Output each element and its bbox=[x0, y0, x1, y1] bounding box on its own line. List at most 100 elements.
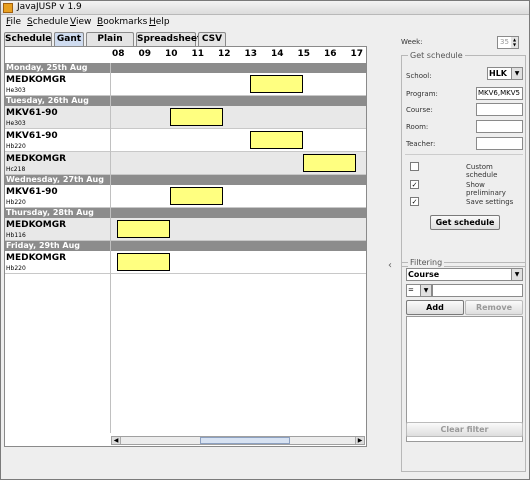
hour-header: 08 09 10 11 12 13 14 15 16 17 bbox=[5, 47, 366, 63]
day-header: Wednesday, 27th Aug bbox=[5, 175, 366, 185]
lesson-bar[interactable] bbox=[170, 108, 223, 126]
get-schedule-title: Get schedule bbox=[408, 51, 465, 60]
schedule-row: MEDKOMGR Hb116 bbox=[5, 218, 366, 241]
course-field[interactable] bbox=[476, 103, 523, 116]
day-header: Friday, 29th Aug bbox=[5, 241, 366, 251]
spinner-arrows-icon[interactable]: ▲ ▼ bbox=[511, 37, 518, 48]
hour-tick: 16 bbox=[324, 49, 337, 59]
scroll-left-icon[interactable]: ◀ bbox=[112, 437, 121, 444]
course-name: MKV61-90 bbox=[6, 131, 58, 141]
room-name: He303 bbox=[6, 120, 26, 127]
schedule-row: MKV61-90 Hb220 bbox=[5, 129, 366, 152]
divider bbox=[405, 154, 523, 155]
program-field[interactable]: MKV6,MKV5 bbox=[476, 87, 523, 100]
schedule-row: MKV61-90 He303 bbox=[5, 106, 366, 129]
row-label: MEDKOMGR He303 bbox=[5, 73, 111, 96]
program-label: Program: bbox=[406, 90, 438, 98]
course-name: MEDKOMGR bbox=[6, 220, 67, 230]
week-value: 35 bbox=[500, 38, 509, 46]
lesson-bar[interactable] bbox=[170, 187, 223, 205]
row-label: MEDKOMGR Hb116 bbox=[5, 218, 111, 241]
chevron-down-icon[interactable]: ▼ bbox=[511, 68, 522, 79]
row-label: MKV61-90 Hb220 bbox=[5, 129, 111, 152]
day-header: Tuesday, 26th Aug bbox=[5, 96, 366, 106]
course-name: MKV61-90 bbox=[6, 108, 58, 118]
menu-bar: File Schedule View Bookmarks Help bbox=[1, 16, 529, 30]
chevron-down-icon[interactable]: ▼ bbox=[511, 269, 522, 280]
checkmark-icon: ✓ bbox=[411, 198, 418, 206]
scroll-right-icon[interactable]: ▶ bbox=[355, 437, 364, 444]
room-name: Hb220 bbox=[6, 265, 26, 272]
day-header: Monday, 25th Aug bbox=[5, 63, 366, 73]
menu-bookmarks[interactable]: Bookmarks bbox=[97, 17, 147, 27]
schedule-row: MEDKOMGR He303 bbox=[5, 73, 366, 96]
custom-schedule-checkbox[interactable] bbox=[410, 162, 419, 171]
room-field[interactable] bbox=[476, 120, 523, 133]
course-label: Course: bbox=[406, 106, 433, 114]
school-label: School: bbox=[406, 72, 432, 80]
collapse-left-icon[interactable]: ‹ bbox=[388, 260, 392, 271]
week-spinner[interactable]: 35 ▲ ▼ bbox=[497, 36, 519, 49]
course-name: MKV61-90 bbox=[6, 187, 58, 197]
hour-tick: 17 bbox=[350, 49, 364, 59]
filter-text-input[interactable] bbox=[432, 284, 523, 297]
add-filter-button[interactable]: Add bbox=[406, 300, 464, 315]
app-window: JavaJUSP v 1.9 File Schedule View Bookma… bbox=[0, 0, 530, 480]
save-settings-checkbox[interactable]: ✓ bbox=[410, 197, 419, 206]
hour-tick: 13 bbox=[244, 49, 258, 59]
room-name: Hb220 bbox=[6, 143, 26, 150]
filter-field-value: Course bbox=[408, 270, 440, 279]
hour-tick: 12 bbox=[218, 49, 231, 59]
room-label: Room: bbox=[406, 123, 429, 131]
app-icon bbox=[3, 3, 13, 13]
schedule-row: MEDKOMGR Hb220 bbox=[5, 251, 366, 274]
teacher-label: Teacher: bbox=[406, 140, 436, 148]
lesson-bar[interactable] bbox=[302, 154, 356, 172]
custom-schedule-label: Custom schedule bbox=[466, 163, 498, 179]
title-bar: JavaJUSP v 1.9 bbox=[1, 1, 529, 15]
show-preliminary-checkbox[interactable]: ✓ bbox=[410, 180, 419, 189]
lesson-bar[interactable] bbox=[249, 75, 303, 93]
tab-spreadsheet[interactable]: Spreadsheet bbox=[136, 32, 201, 46]
course-name: MEDKOMGR bbox=[6, 154, 67, 164]
scroll-thumb[interactable] bbox=[200, 437, 290, 444]
lesson-bar[interactable] bbox=[249, 131, 303, 149]
course-name: MEDKOMGR bbox=[6, 253, 67, 263]
tab-csv[interactable]: CSV bbox=[198, 32, 226, 46]
chevron-down-icon[interactable]: ▼ bbox=[420, 285, 431, 296]
lesson-bar[interactable] bbox=[117, 253, 170, 271]
filter-operator-select[interactable]: = ▼ bbox=[406, 284, 432, 297]
day-header: Thursday, 28th Aug bbox=[5, 208, 366, 218]
menu-help[interactable]: Help bbox=[149, 17, 170, 27]
horizontal-scrollbar[interactable]: ◀ ▶ bbox=[111, 436, 365, 445]
schedule-row: MKV61-90 Hb220 bbox=[5, 185, 366, 208]
menu-file[interactable]: File bbox=[6, 17, 21, 27]
filtering-group: Filtering Course ▼ = ▼ Add Remove Clear … bbox=[401, 258, 526, 472]
hour-tick: 10 bbox=[165, 49, 178, 59]
tab-gant[interactable]: Gant bbox=[54, 32, 84, 46]
hour-tick: 11 bbox=[191, 49, 205, 59]
get-schedule-group: Get schedule School: HLK ▼ Program: MKV6… bbox=[401, 51, 526, 267]
get-schedule-button[interactable]: Get schedule bbox=[430, 215, 500, 230]
checkmark-icon: ✓ bbox=[411, 181, 418, 189]
row-label: MEDKOMGR Hc218 bbox=[5, 152, 111, 175]
teacher-field[interactable] bbox=[476, 137, 523, 150]
schedule-row: MEDKOMGR Hc218 bbox=[5, 152, 366, 175]
clear-filter-button[interactable]: Clear filter bbox=[406, 422, 523, 437]
hour-tick: 08 bbox=[112, 49, 125, 59]
school-select[interactable]: HLK ▼ bbox=[487, 67, 523, 80]
course-name: MEDKOMGR bbox=[6, 75, 67, 85]
row-label: MKV61-90 He303 bbox=[5, 106, 111, 129]
filtering-title: Filtering bbox=[408, 258, 445, 267]
filter-op-value: = bbox=[408, 286, 414, 294]
tab-plain-text[interactable]: Plain text bbox=[86, 32, 134, 57]
menu-schedule[interactable]: Schedule bbox=[27, 17, 68, 27]
tab-schedule[interactable]: Schedule bbox=[4, 32, 52, 46]
menu-view[interactable]: View bbox=[70, 17, 91, 27]
filter-field-select[interactable]: Course ▼ bbox=[406, 268, 523, 281]
lesson-bar[interactable] bbox=[117, 220, 170, 238]
room-name: Hb116 bbox=[6, 232, 26, 239]
window-title: JavaJUSP v 1.9 bbox=[17, 2, 82, 12]
label-divider bbox=[110, 63, 111, 433]
remove-filter-button[interactable]: Remove bbox=[465, 300, 523, 315]
